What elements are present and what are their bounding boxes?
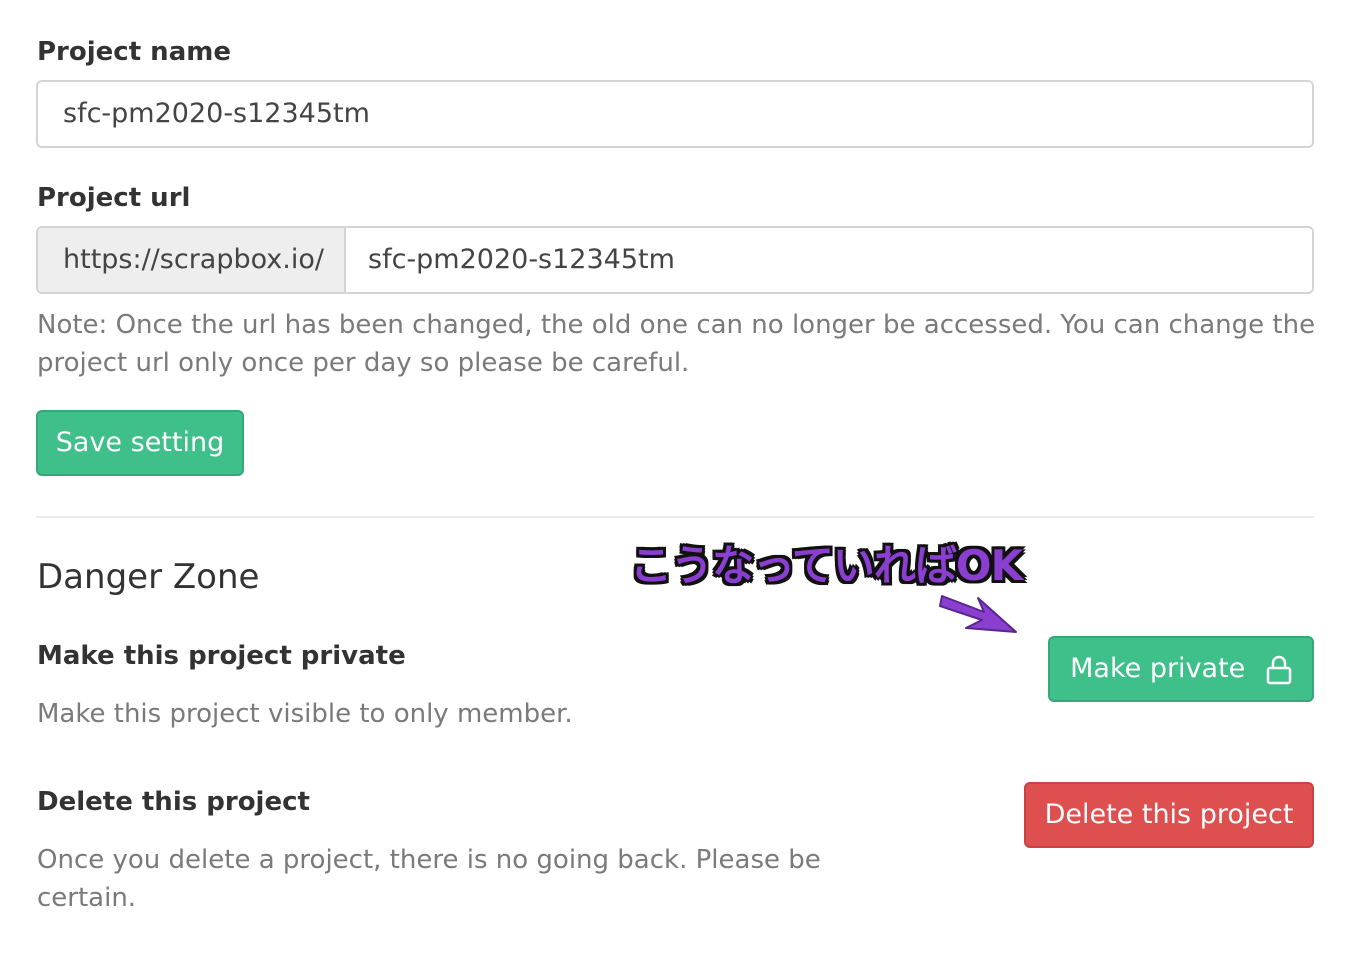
project-url-prefix: https://scrapbox.io/ [38,228,346,292]
delete-project-button[interactable]: Delete this project [1024,782,1314,848]
danger-zone-title: Danger Zone [37,557,260,597]
section-divider [36,516,1314,518]
make-private-button[interactable]: Make private [1048,636,1314,702]
annotation-arrow-icon [939,595,1017,633]
save-setting-button[interactable]: Save setting [36,410,244,476]
project-name-label: Project name [37,37,231,67]
project-url-input[interactable]: sfc-pm2020-s12345tm [346,228,1312,292]
project-url-note: Note: Once the url has been changed, the… [37,310,1316,378]
make-private-button-label: Make private [1070,653,1246,684]
ok-annotation: こうなっていればOK [630,541,1023,590]
delete-project-description: Once you delete a project, there is no g… [37,845,821,913]
project-name-input[interactable]: sfc-pm2020-s12345tm [36,80,1314,148]
project-url-group: https://scrapbox.io/ sfc-pm2020-s12345tm [36,226,1314,294]
make-private-description: Make this project visible to only member… [37,699,573,729]
project-url-label: Project url [37,183,191,213]
make-private-title: Make this project private [37,641,406,671]
lock-icon [1266,655,1292,684]
delete-project-title: Delete this project [37,787,310,817]
